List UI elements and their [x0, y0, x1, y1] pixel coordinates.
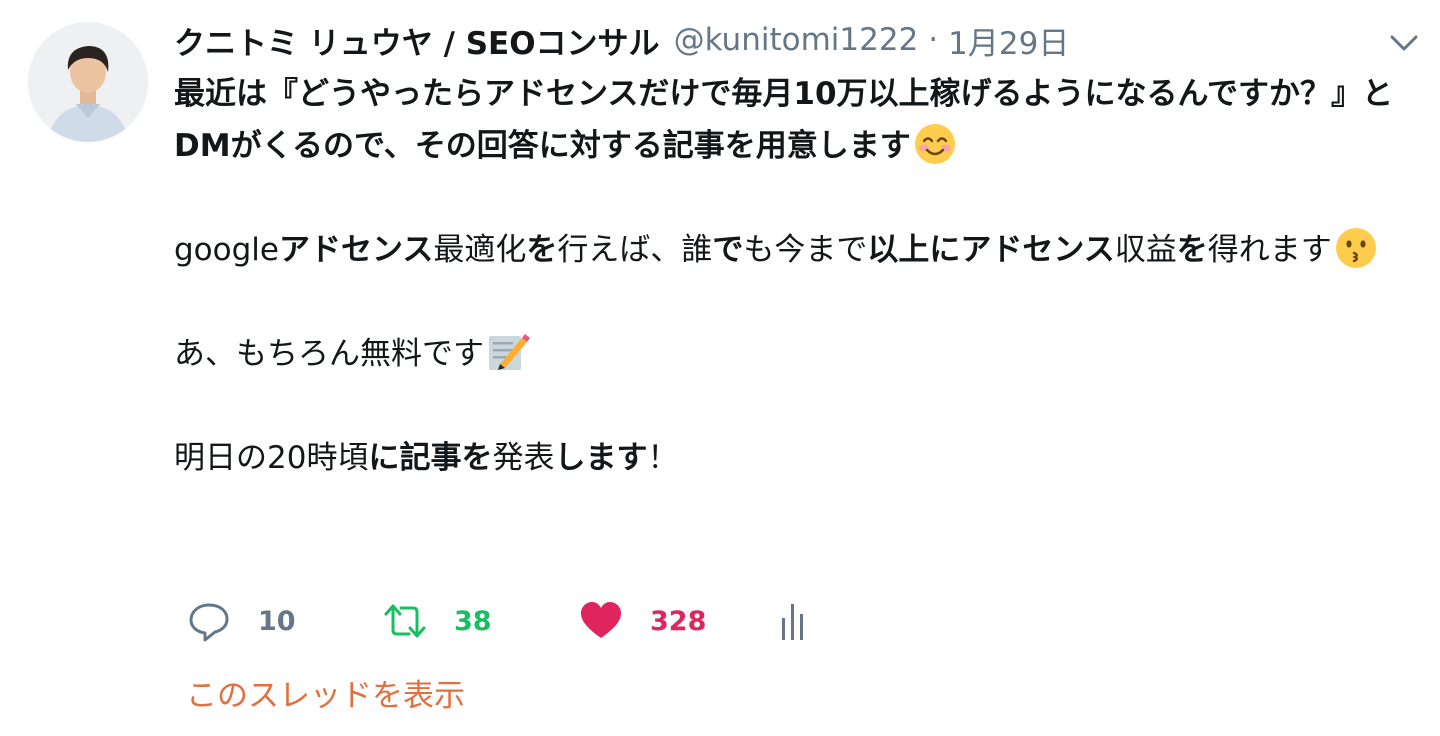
reply-button[interactable]: 10: [186, 596, 296, 646]
retweet-button[interactable]: 38: [382, 596, 492, 646]
text-run: ！: [647, 440, 679, 476]
text-run: 最適化: [433, 232, 527, 268]
text-run: も今まで: [743, 232, 868, 268]
avatar[interactable]: [28, 22, 148, 142]
avatar-photo: [28, 22, 148, 142]
text-run: で: [712, 232, 744, 268]
show-thread-link[interactable]: このスレッドを表示: [186, 670, 465, 715]
reply-icon: [189, 603, 229, 642]
like-button[interactable]: 328: [578, 596, 706, 646]
kissing-face-icon: [1335, 228, 1376, 268]
text-run: 最近は『どうやったらアドセンスだけで毎月10万以上稼げるようになるんですか？』と…: [174, 76, 1393, 164]
text-run: 得れます: [1207, 232, 1332, 268]
retweet-icon: [384, 604, 426, 638]
author-name[interactable]: クニトミ リュウヤ / SEOコンサル: [174, 18, 660, 63]
text-run: 明日の20時頃: [174, 440, 369, 476]
header-separator: ·: [928, 22, 939, 58]
text-run: に記事を: [368, 440, 493, 476]
text-run: 収益: [1114, 232, 1177, 268]
retweet-count: 38: [454, 605, 492, 637]
smiling-face-icon: [914, 124, 955, 164]
analytics-button[interactable]: [778, 596, 808, 646]
text-run: します: [554, 440, 648, 476]
tweet-paragraph-1: 最近は『どうやったらアドセンスだけで毎月10万以上稼げるようになるんですか？』と…: [174, 68, 1424, 172]
more-options-button[interactable]: [1384, 28, 1424, 58]
like-count: 328: [650, 605, 707, 637]
heart-icon: [581, 602, 621, 638]
tweet-date[interactable]: 1月29日: [948, 18, 1069, 63]
tweet-paragraph-4: 明日の20時頃に記事を発表します！: [174, 432, 1424, 484]
analytics-icon: [782, 604, 803, 640]
text-run: google: [174, 232, 279, 268]
tweet-header: クニトミ リュウヤ / SEOコンサル @kunitomi1222 · 1月29…: [174, 18, 1069, 62]
chevron-down-icon: [1390, 35, 1418, 51]
tweet-text: 最近は『どうやったらアドセンスだけで毎月10万以上稼げるようになるんですか？』と…: [174, 68, 1424, 484]
text-run: 以上にアドセンス: [867, 232, 1115, 268]
tweet-actions: 10 38 328: [186, 596, 826, 646]
text-run: を: [1176, 232, 1208, 268]
text-run: アドセンス: [278, 232, 434, 268]
memo-pencil-icon: [489, 334, 530, 370]
reply-count: 10: [258, 605, 296, 637]
author-handle[interactable]: @kunitomi1222: [674, 22, 919, 58]
tweet-paragraph-2: googleアドセンス最適化を行えば、誰でも今まで以上にアドセンス収益を得れます: [174, 224, 1424, 276]
text-run: あ、もちろん無料です: [174, 336, 484, 372]
text-run: 発表: [492, 440, 555, 476]
text-run: を: [526, 232, 558, 268]
text-run: 行えば、誰: [557, 232, 713, 268]
tweet-paragraph-3: あ、もちろん無料です: [174, 328, 1424, 380]
